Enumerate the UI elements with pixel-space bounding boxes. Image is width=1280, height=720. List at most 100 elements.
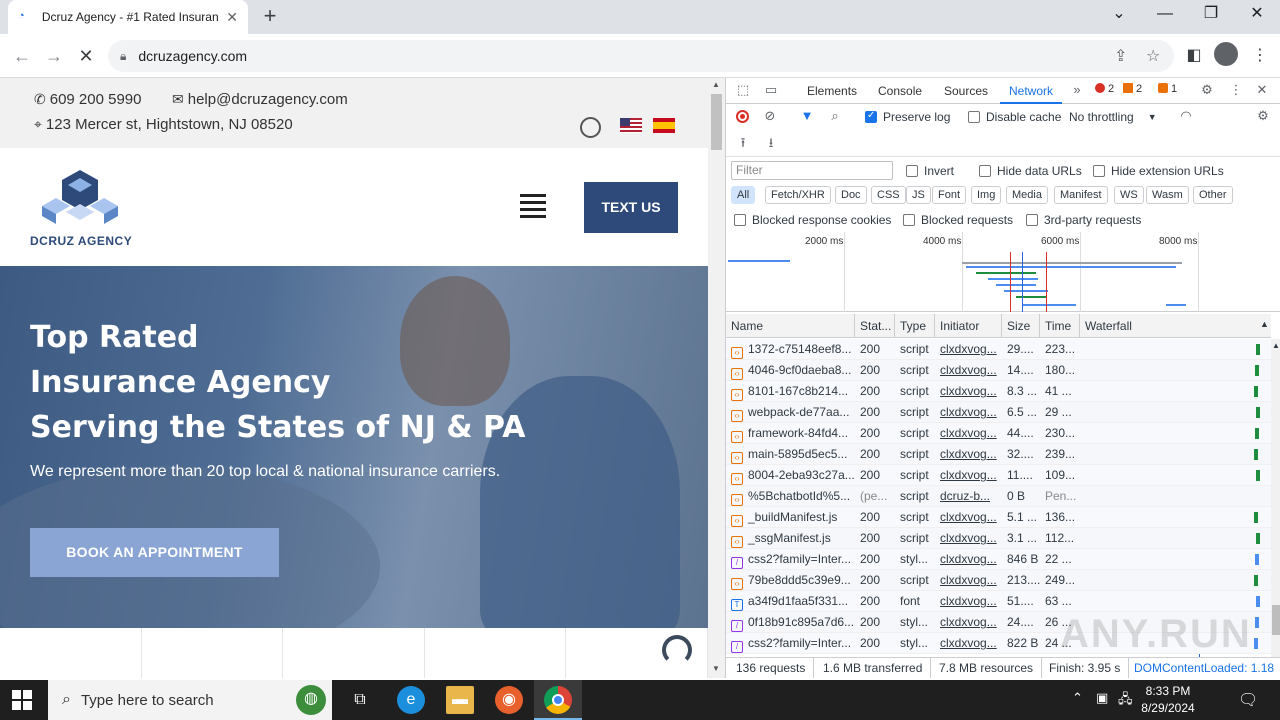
- column-initiator[interactable]: Initiator: [935, 314, 1002, 338]
- cell-initiator[interactable]: clxdxvog...: [935, 339, 1002, 360]
- issues-badge[interactable]: 1: [1158, 83, 1177, 95]
- edge-browser-icon[interactable]: e: [397, 686, 425, 714]
- minimize-button[interactable]: —: [1142, 0, 1188, 30]
- table-scrollbar[interactable]: ▲: [1271, 339, 1280, 661]
- third-party-checkbox[interactable]: 3rd-party requests: [1026, 213, 1141, 227]
- column-status[interactable]: Stat...: [855, 314, 895, 338]
- close-window-button[interactable]: ✕: [1234, 0, 1280, 30]
- search-icon[interactable]: ⌕: [826, 108, 844, 124]
- task-view-icon[interactable]: ⧉: [346, 686, 374, 714]
- table-scroll-thumb[interactable]: [1272, 605, 1280, 635]
- cell-initiator[interactable]: clxdxvog...: [935, 381, 1002, 402]
- back-button[interactable]: ←: [8, 42, 36, 70]
- scroll-thumb[interactable]: [711, 94, 722, 150]
- more-tabs-chevron-icon[interactable]: »: [1068, 82, 1086, 97]
- tray-overflow-chevron-icon[interactable]: ⌃: [1072, 690, 1083, 706]
- chrome-icon[interactable]: [544, 686, 572, 714]
- email-link[interactable]: ✉ help@dcruzagency.com: [172, 91, 348, 108]
- filter-funnel-icon[interactable]: ▼: [798, 108, 816, 123]
- scroll-down-arrow-icon[interactable]: ▼: [712, 664, 720, 673]
- taskbar-search-box[interactable]: ⌕ Type here to search: [48, 680, 332, 720]
- cell-initiator[interactable]: clxdxvog...: [935, 591, 1002, 612]
- cell-initiator[interactable]: clxdxvog...: [935, 402, 1002, 423]
- record-stop-button[interactable]: [736, 110, 749, 123]
- profile-avatar[interactable]: [1214, 42, 1238, 66]
- devtools-close-icon[interactable]: ✕: [1253, 82, 1271, 98]
- address-bar[interactable]: 🔒︎ dcruzagency.com: [108, 40, 1174, 72]
- restore-button[interactable]: ❐: [1188, 0, 1234, 30]
- windows-start-icon[interactable]: [12, 690, 32, 710]
- table-row[interactable]: ‹› 4046-9cf0daeba8... 200 script clxdxvog...…: [726, 360, 1271, 381]
- tab-elements[interactable]: Elements: [807, 78, 857, 104]
- network-overview-timeline[interactable]: 2000 ms 4000 ms 6000 ms 8000 ms: [726, 232, 1280, 312]
- cell-initiator[interactable]: clxdxvog...: [935, 612, 1002, 633]
- cell-initiator[interactable]: clxdxvog...: [935, 465, 1002, 486]
- column-type[interactable]: Type: [895, 314, 935, 338]
- forward-button[interactable]: →: [40, 42, 68, 70]
- table-row[interactable]: ‹› _buildManifest.js 200 script clxdxvog... 5…: [726, 507, 1271, 528]
- cell-initiator[interactable]: clxdxvog...: [935, 528, 1002, 549]
- clear-log-icon[interactable]: ⊘: [761, 108, 779, 124]
- column-waterfall[interactable]: Waterfall: [1080, 314, 1271, 338]
- devtools-settings-gear-icon[interactable]: ⚙: [1198, 82, 1216, 98]
- service-card[interactable]: [425, 628, 567, 678]
- table-row[interactable]: ‹› 8004-2eba93c27a... 200 script clxdxvog...…: [726, 465, 1271, 486]
- type-filter-other[interactable]: Other: [1193, 186, 1233, 204]
- scroll-up-arrow-icon[interactable]: ▲: [1272, 341, 1280, 350]
- dcruz-logo-icon[interactable]: [36, 168, 124, 228]
- tray-app-icon[interactable]: ▣: [1096, 690, 1108, 706]
- disable-cache-checkbox[interactable]: Disable cache: [968, 110, 1061, 124]
- table-row[interactable]: Ta34f9d1faa5f331... 200 font clxdxvog... 51.…: [726, 591, 1271, 612]
- cell-initiator[interactable]: clxdxvog...: [935, 507, 1002, 528]
- cell-initiator[interactable]: clxdxvog...: [935, 549, 1002, 570]
- type-filter-media[interactable]: Media: [1006, 186, 1048, 204]
- cell-initiator[interactable]: clxdxvog...: [935, 360, 1002, 381]
- table-row[interactable]: ‹› _ssgManifest.js 200 script clxdxvog... 3.1…: [726, 528, 1271, 549]
- column-time[interactable]: Time: [1040, 314, 1080, 338]
- type-filter-fetch-xhr[interactable]: Fetch/XHR: [765, 186, 831, 204]
- firefox-icon[interactable]: ◉: [495, 686, 523, 714]
- tab-sources[interactable]: Sources: [944, 78, 988, 104]
- cell-initiator[interactable]: clxdxvog...: [935, 423, 1002, 444]
- sort-ascending-icon[interactable]: ▲: [1260, 319, 1269, 329]
- invert-checkbox[interactable]: Invert: [906, 164, 954, 178]
- cell-initiator[interactable]: clxdxvog...: [935, 633, 1002, 654]
- share-icon[interactable]: ⇪: [1114, 46, 1127, 66]
- network-conditions-wifi-icon[interactable]: ◠: [1177, 108, 1195, 124]
- table-row[interactable]: ‹› %5BchatbotId%5... (pe... script dcruz-b..…: [726, 486, 1271, 507]
- devtools-menu-kebab-icon[interactable]: ⋮: [1227, 82, 1245, 98]
- service-card[interactable]: [142, 628, 284, 678]
- tab-network[interactable]: Network: [1000, 78, 1063, 104]
- blocked-cookies-checkbox[interactable]: Blocked response cookies: [734, 213, 891, 227]
- notifications-icon[interactable]: 🗨︎: [1238, 690, 1258, 710]
- type-filter-font[interactable]: Font: [932, 186, 967, 204]
- type-filter-ws[interactable]: WS: [1114, 186, 1144, 204]
- tab-console[interactable]: Console: [878, 78, 922, 104]
- page-scrollbar[interactable]: ▲ ▼: [708, 78, 725, 678]
- blocked-requests-checkbox[interactable]: Blocked requests: [903, 213, 1013, 227]
- table-row[interactable]: ‹› webpack-de77aa... 200 script clxdxvog... 6…: [726, 402, 1271, 423]
- scroll-up-arrow-icon[interactable]: ▲: [712, 80, 720, 89]
- inspect-element-icon[interactable]: ⬚: [734, 82, 752, 98]
- hide-data-urls-checkbox[interactable]: Hide data URLs: [979, 164, 1082, 178]
- filter-input[interactable]: Filter: [731, 161, 893, 180]
- type-filter-wasm[interactable]: Wasm: [1146, 186, 1189, 204]
- browser-tab-active[interactable]: ◔ Dcruz Agency - #1 Rated Insurance ✕: [8, 0, 248, 34]
- type-filter-css[interactable]: CSS: [871, 186, 906, 204]
- hide-ext-urls-checkbox[interactable]: Hide extension URLs: [1093, 164, 1224, 178]
- service-card[interactable]: [283, 628, 425, 678]
- export-har-icon[interactable]: ⭳: [762, 134, 780, 156]
- table-row[interactable]: ‹› main-5895d5ec5... 200 script clxdxvog... 3…: [726, 444, 1271, 465]
- table-row[interactable]: / css2?family=Inter... 200 styl... clxdxvog.…: [726, 549, 1271, 570]
- text-us-button[interactable]: TEXT US: [584, 182, 678, 233]
- logo-text[interactable]: DCRUZ AGENCY: [30, 234, 132, 248]
- type-filter-img[interactable]: Img: [971, 186, 1002, 204]
- menu-kebab-icon[interactable]: ⋮: [1248, 44, 1272, 68]
- user-account-icon[interactable]: [580, 117, 601, 138]
- new-tab-button[interactable]: +: [258, 4, 282, 28]
- network-icon[interactable]: 🖧︎: [1118, 690, 1133, 712]
- errors-badge[interactable]: 2: [1095, 83, 1114, 95]
- type-filter-js[interactable]: JS: [906, 186, 931, 204]
- service-card[interactable]: [0, 628, 142, 678]
- hamburger-menu-icon[interactable]: [520, 194, 546, 218]
